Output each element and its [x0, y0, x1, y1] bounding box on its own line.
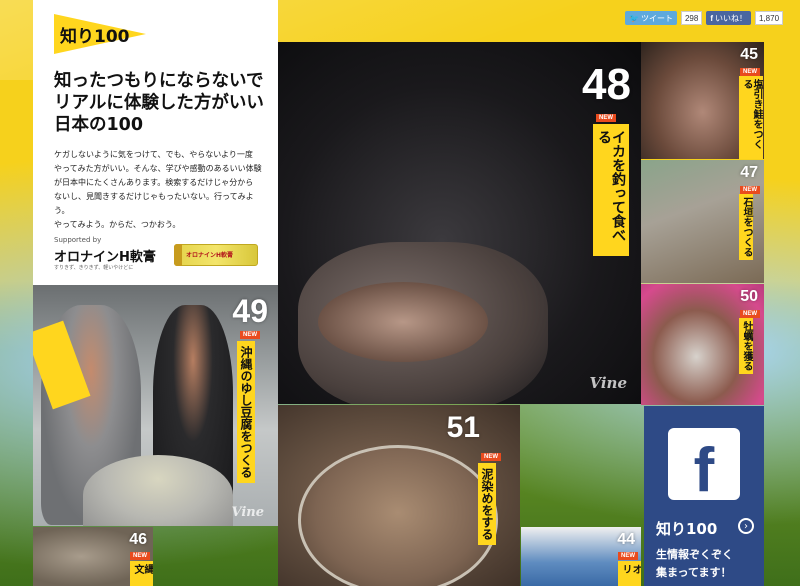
tile-50[interactable]: 50 NEW 牡蠣を獲る: [641, 284, 764, 405]
new-badge: NEW: [618, 552, 638, 560]
tile-49[interactable]: 49 NEW 沖縄のゆし豆腐をつくる Vine: [33, 285, 278, 526]
twitter-bird-icon: 🐦: [629, 13, 639, 23]
vine-watermark: Vine: [589, 374, 627, 392]
like-count: 1,870: [755, 11, 784, 25]
site-logo[interactable]: 知り100: [60, 22, 130, 47]
supported-by-label: Supported by: [54, 236, 102, 244]
tile-number: 47: [740, 164, 758, 181]
tile-title: 塩引き鮭をつくる: [739, 76, 763, 159]
vine-watermark: Vine: [231, 505, 264, 520]
new-badge: NEW: [130, 552, 150, 560]
facebook-promo[interactable]: f 知り100 › 生情報ぞくぞく 集まってます！: [644, 406, 764, 586]
tube-label: オロナインH軟膏: [186, 252, 234, 259]
tile-45[interactable]: 45 NEW 塩引き鮭をつくる: [641, 42, 764, 159]
tile-51[interactable]: 51 NEW 泥染めをする: [278, 405, 520, 586]
facebook-tagline-2: 集まってます！: [656, 566, 732, 579]
tile-title: 沖縄のゆし豆腐をつくる: [237, 341, 255, 483]
tile-number: 49: [232, 293, 268, 329]
intro-text: ケガしないように気をつけて、でも、やらないより一度 やってみた方がいい。そんな、…: [54, 150, 262, 229]
tile-number: 51: [446, 411, 480, 444]
tile-title: イカを釣って食べる: [593, 124, 629, 256]
photo-shape: [318, 282, 488, 362]
sponsor-logo[interactable]: オロナインH軟膏: [54, 246, 156, 265]
tile-46[interactable]: 46 NEW 縄文: [33, 527, 153, 586]
tile-48[interactable]: 48 NEW イカを釣って食べる Vine: [278, 42, 641, 404]
tile-title: 牡蠣を獲る: [739, 318, 753, 374]
tweet-count: 298: [680, 11, 703, 25]
new-badge: NEW: [740, 68, 760, 76]
new-badge: NEW: [740, 310, 760, 318]
facebook-f-icon: f: [693, 435, 715, 505]
tile-title: 石垣をつくる: [739, 194, 753, 260]
facebook-tagline-1: 生情報ぞくぞく: [656, 548, 733, 561]
tile-number: 44: [617, 531, 635, 548]
tile-44[interactable]: 44 NEW オリ: [521, 527, 641, 586]
tile-47[interactable]: 47 NEW 石垣をつくる: [641, 160, 764, 283]
new-badge: NEW: [740, 186, 760, 194]
like-label: いいね！: [715, 13, 747, 23]
tile-number: 50: [740, 288, 758, 305]
tweet-label: ツイート: [640, 13, 673, 23]
page-headline: 知ったつもりにならないで リアルに体験した方がいい 日本の100: [54, 71, 264, 135]
new-badge: NEW: [481, 453, 501, 461]
tile-title: オリ: [618, 561, 641, 586]
tweet-button[interactable]: 🐦 ツイート: [625, 11, 677, 25]
tile-title: 縄文: [130, 561, 153, 586]
tile-number: 45: [740, 46, 758, 63]
new-badge: NEW: [240, 331, 260, 339]
social-share-bar: 🐦 ツイート 298 f いいね！ 1,870: [625, 10, 784, 26]
tile-number: 48: [582, 60, 631, 109]
sponsor-tagline: すりきず、きりきず、軽いやけどに: [54, 265, 134, 271]
tile-number: 46: [129, 531, 147, 548]
photo-shape: [83, 455, 233, 526]
tile-title: 泥染めをする: [478, 463, 496, 545]
new-badge: NEW: [596, 114, 616, 122]
facebook-f-icon: f: [710, 13, 713, 23]
facebook-brand: 知り100: [656, 520, 718, 538]
arrow-right-icon: ›: [738, 518, 754, 534]
ointment-tube-cap: [174, 244, 182, 266]
facebook-like-button[interactable]: f いいね！: [706, 11, 751, 25]
photo-shape: [298, 445, 498, 586]
